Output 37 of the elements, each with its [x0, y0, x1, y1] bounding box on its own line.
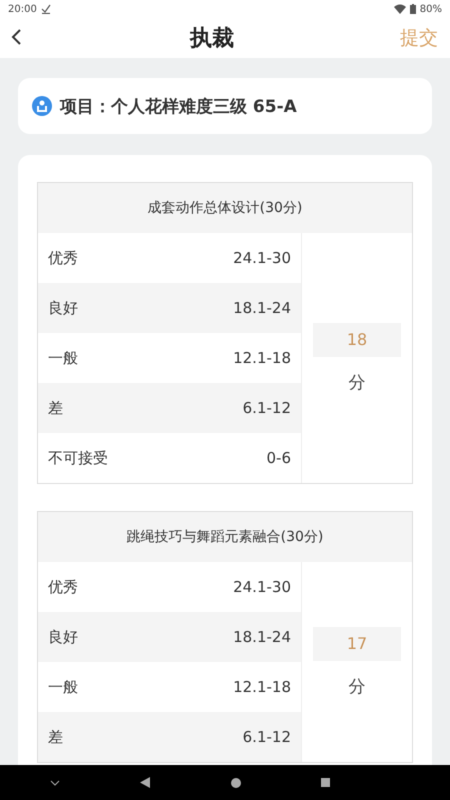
table-header: 成套动作总体设计(30分) — [38, 183, 412, 233]
score-range: 24.1-30 — [233, 249, 291, 267]
unit-label: 分 — [348, 372, 366, 394]
page-title: 执裁 — [190, 25, 234, 53]
status-time: 20:00 — [8, 4, 37, 14]
grade-label: 一般 — [48, 678, 78, 696]
score-range: 24.1-30 — [233, 578, 291, 596]
score-field[interactable]: 18 — [313, 322, 401, 356]
grade-label: 优秀 — [48, 578, 78, 596]
score-range: 12.1-18 — [233, 349, 291, 367]
wifi-icon — [394, 4, 406, 14]
project-label: 项目：个人花样难度三级 65-A — [60, 96, 297, 118]
grade-label: 良好 — [48, 298, 78, 318]
submit-button[interactable]: 提交 — [400, 25, 438, 51]
back-icon[interactable] — [140, 777, 150, 788]
grade-label: 差 — [48, 398, 63, 418]
grade-label: 差 — [48, 728, 63, 746]
battery-icon — [410, 4, 416, 14]
check-icon — [40, 4, 51, 14]
score-field[interactable]: 17 — [313, 626, 401, 660]
score-range: 6.1-12 — [242, 399, 291, 417]
score-range: 12.1-18 — [233, 678, 291, 696]
person-icon — [32, 96, 52, 116]
home-icon[interactable] — [230, 778, 241, 788]
grade-label: 良好 — [48, 628, 78, 646]
unit-label: 分 — [348, 676, 366, 698]
battery-level: 80% — [420, 4, 442, 14]
recents-icon[interactable] — [320, 778, 330, 787]
score-range: 18.1-24 — [233, 628, 291, 646]
score-range: 6.1-12 — [242, 728, 291, 746]
score-range: 0-6 — [266, 449, 291, 467]
table-header: 跳绳技巧与舞蹈元素融合(30分) — [38, 512, 412, 562]
grade-label: 不可接受 — [48, 448, 108, 468]
grade-label: 优秀 — [48, 248, 78, 268]
grade-label: 一般 — [48, 348, 78, 368]
chevron-down-icon[interactable] — [50, 780, 60, 786]
score-range: 18.1-24 — [233, 299, 291, 317]
